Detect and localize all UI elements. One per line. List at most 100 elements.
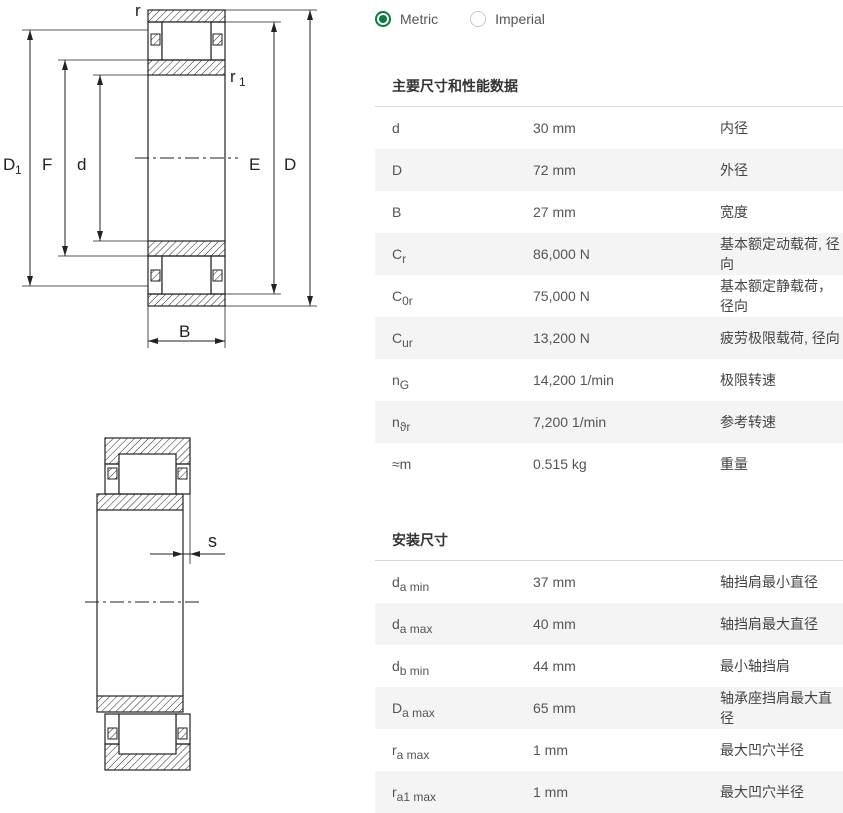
param-description: 轴挡肩最大直径 [720, 616, 818, 632]
label-d: d [77, 155, 86, 174]
param-symbol: Cur [375, 330, 515, 350]
symbol-subscript: a max [402, 706, 435, 720]
table-row: d 30 mm 内径 [375, 107, 843, 149]
param-symbol: C0r [375, 288, 515, 308]
param-value: 27 mm [533, 204, 576, 220]
table-row: Da max 65 mm 轴承座挡肩最大直径 [375, 687, 843, 729]
symbol-main: r [392, 742, 397, 758]
param-symbol: ra1 max [375, 784, 515, 804]
param-description: 参考转速 [720, 414, 776, 430]
main-dimensions-table: d 30 mm 内径 D 72 mm 外径 B 27 mm 宽度 Cr 86,000 N 基本额定动载… [375, 106, 843, 485]
param-value: 7,200 1/min [533, 414, 607, 430]
label-D: D [284, 155, 296, 174]
section-title-main: 主要尺寸和性能数据 [392, 78, 518, 94]
axial-displacement-drawing: s [85, 437, 225, 771]
param-description: 最大凹穴半径 [720, 742, 804, 758]
param-value: 75,000 N [533, 288, 590, 304]
mounting-dimensions-table: da min 37 mm 轴挡肩最小直径 da max 40 mm 轴挡肩最大直径 db m… [375, 560, 843, 813]
param-description: 基本额定静载荷，径向 [720, 278, 832, 314]
symbol-subscript: ur [402, 336, 413, 350]
param-symbol: ≈m [375, 456, 515, 472]
radio-imperial[interactable]: Imperial [470, 11, 545, 27]
label-r: r [135, 1, 141, 20]
param-description: 最大凹穴半径 [720, 784, 804, 800]
symbol-main: n [392, 372, 400, 388]
label-F: F [42, 155, 52, 174]
symbol-main: ≈m [392, 456, 412, 472]
symbol-main: D [392, 700, 403, 716]
param-symbol: d [375, 120, 515, 136]
symbol-subscript: a1 max [396, 790, 437, 804]
symbol-subscript: a max [399, 622, 433, 636]
radio-metric[interactable]: Metric [375, 11, 438, 27]
label-s: s [208, 531, 217, 551]
radio-unchecked-icon [470, 11, 487, 27]
param-description: 轴挡肩最小直径 [720, 574, 818, 590]
symbol-subscript: a max [396, 748, 430, 762]
param-symbol: nϑr [375, 414, 515, 434]
symbol-main: n [392, 414, 400, 430]
param-description: 极限转速 [720, 372, 776, 388]
label-D1-sub: 1 [15, 163, 22, 177]
param-symbol: db min [375, 658, 515, 678]
table-row: db min 44 mm 最小轴挡肩 [375, 645, 843, 687]
symbol-main: d [392, 120, 400, 136]
table-row: C0r 75,000 N 基本额定静载荷，径向 [375, 275, 843, 317]
symbol-main: C [392, 288, 403, 304]
param-description: 内径 [720, 120, 748, 136]
param-symbol: da min [375, 574, 515, 594]
symbol-main: d [392, 616, 400, 632]
symbol-subscript: r [402, 252, 407, 266]
table-row: D 72 mm 外径 [375, 149, 843, 191]
table-row: Cur 13,200 N 疲劳极限载荷, 径向 [375, 317, 843, 359]
param-value: 40 mm [533, 616, 576, 632]
param-value: 30 mm [533, 120, 576, 136]
param-value: 1 mm [533, 784, 568, 800]
param-symbol: nG [375, 372, 515, 392]
symbol-subscript: a min [399, 580, 430, 594]
label-r1-sub: 1 [239, 75, 246, 89]
param-value: 72 mm [533, 162, 576, 178]
label-D1: D [3, 155, 15, 174]
table-row: ≈m 0.515 kg 重量 [375, 443, 843, 485]
symbol-main: d [392, 574, 400, 590]
symbol-main: r [392, 784, 397, 800]
symbol-main: D [392, 162, 403, 178]
param-symbol: Cr [375, 246, 515, 266]
radio-checked-icon [375, 11, 391, 27]
table-row: nϑr 7,200 1/min 参考转速 [375, 401, 843, 443]
param-value: 37 mm [533, 574, 576, 590]
param-description: 外径 [720, 162, 748, 178]
table-row: Cr 86,000 N 基本额定动载荷, 径向 [375, 233, 843, 275]
table-row: B 27 mm 宽度 [375, 191, 843, 233]
param-symbol: D [375, 162, 515, 178]
param-description: 基本额定动载荷, 径向 [720, 236, 840, 272]
symbol-main: B [392, 204, 402, 220]
param-value: 14,200 1/min [533, 372, 614, 388]
table-row: da min 37 mm 轴挡肩最小直径 [375, 561, 843, 603]
section-title-mounting: 安装尺寸 [392, 532, 448, 548]
param-description: 轴承座挡肩最大直径 [720, 690, 832, 726]
param-symbol: da max [375, 616, 515, 636]
symbol-subscript: G [399, 378, 410, 392]
param-value: 86,000 N [533, 246, 590, 262]
radio-metric-label: Metric [400, 11, 439, 27]
param-value: 13,200 N [533, 330, 590, 346]
symbol-main: C [392, 330, 403, 346]
symbol-main: C [392, 246, 403, 262]
param-description: 宽度 [720, 204, 748, 220]
symbol-main: d [392, 658, 400, 674]
param-value: 44 mm [533, 658, 576, 674]
label-B: B [179, 322, 190, 341]
table-row: ra1 max 1 mm 最大凹穴半径 [375, 771, 843, 813]
param-value: 0.515 kg [533, 456, 587, 472]
symbol-subscript: b min [399, 664, 430, 678]
param-description: 重量 [720, 456, 748, 472]
param-value: 65 mm [533, 700, 576, 716]
param-symbol: ra max [375, 742, 515, 762]
unit-selector: Metric Imperial [375, 8, 577, 30]
cross-section-drawing: r r 1 D 1 F d E D B [3, 1, 317, 348]
label-r1: r [230, 67, 236, 86]
param-description: 最小轴挡肩 [720, 658, 790, 674]
table-row: ra max 1 mm 最大凹穴半径 [375, 729, 843, 771]
